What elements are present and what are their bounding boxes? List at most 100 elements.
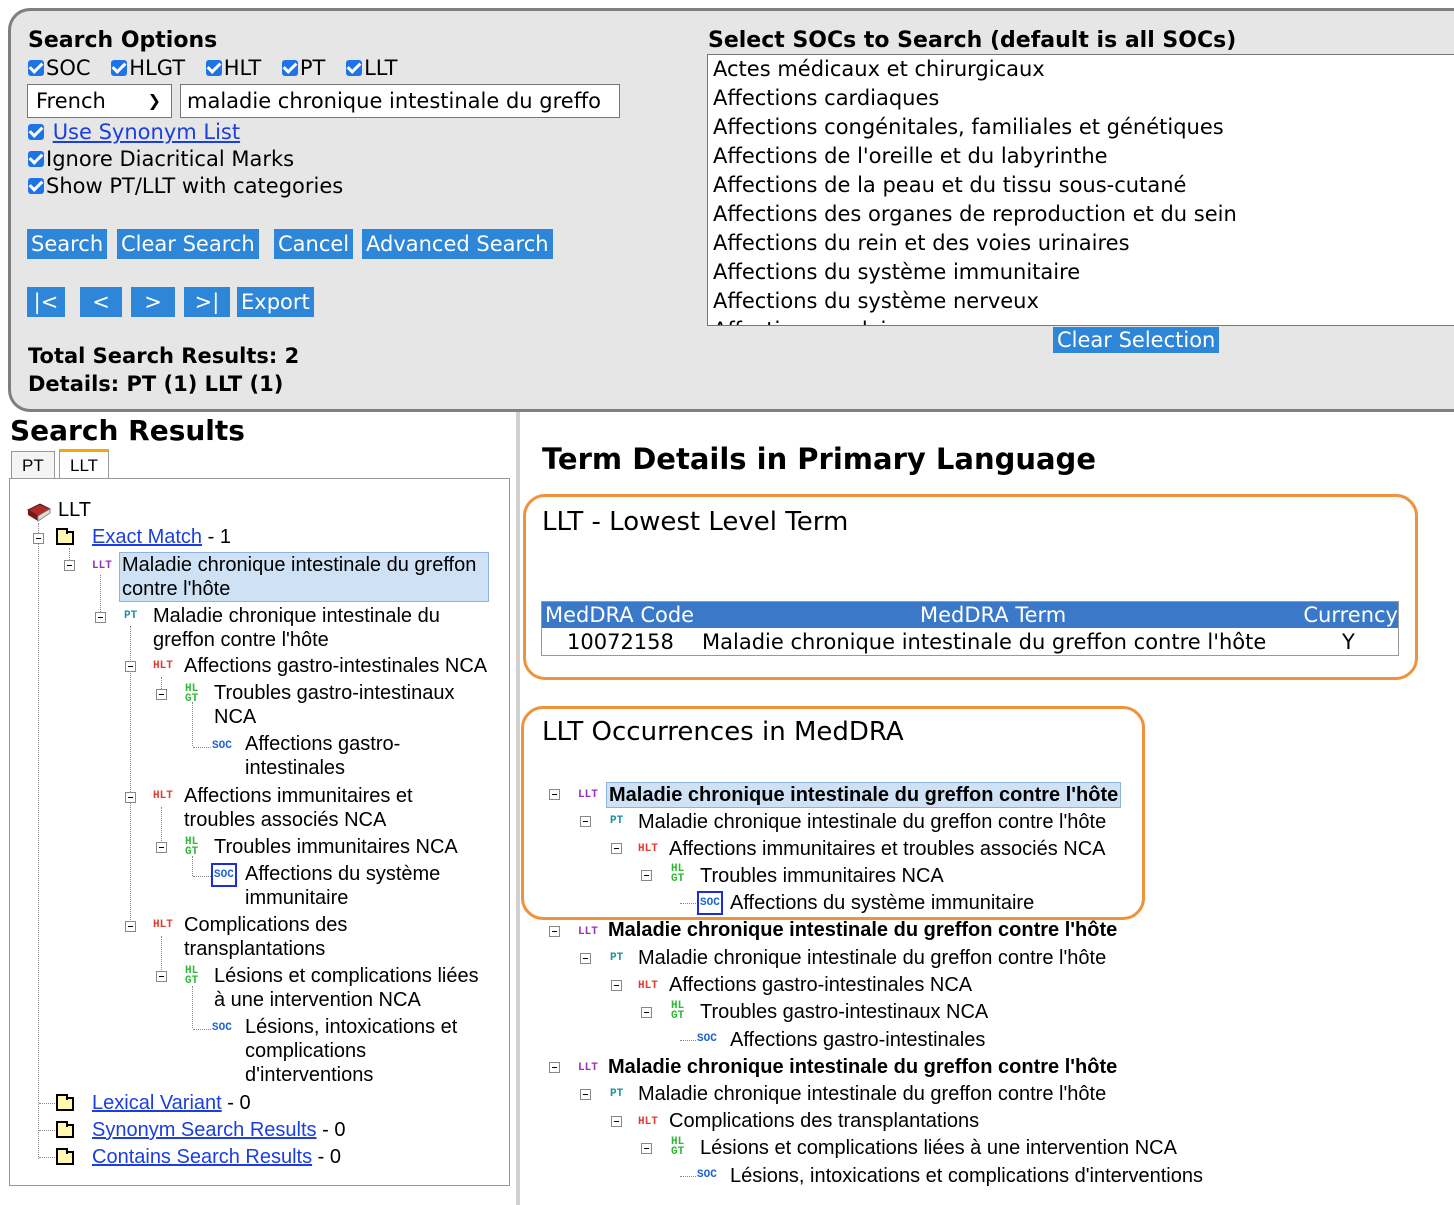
collapse-icon[interactable] <box>641 1143 652 1154</box>
folder-icon <box>56 1094 74 1111</box>
collapse-icon[interactable] <box>641 1007 652 1018</box>
contains-results-node[interactable]: Contains Search Results - 0 <box>92 1145 341 1169</box>
tree-node-hlt[interactable]: Affections gastro-intestinales NCA <box>184 654 487 678</box>
checkbox-hlgt[interactable]: HLGT <box>111 56 185 80</box>
use-synonym-link[interactable]: Use Synonym List <box>53 120 240 144</box>
occ-hlt-node[interactable]: Complications des transplantations <box>669 1109 979 1133</box>
soc-option[interactable]: Affections oculaires <box>708 316 1454 325</box>
occ-llt-node[interactable]: Maladie chronique intestinale du greffon… <box>608 1055 1117 1079</box>
tree-node-soc[interactable]: Lésions, intoxications et complications … <box>245 1015 475 1087</box>
search-button[interactable]: Search <box>27 229 108 259</box>
collapse-icon[interactable] <box>156 971 167 982</box>
clear-search-button[interactable]: Clear Search <box>117 229 259 259</box>
checkbox-hlt[interactable]: HLT <box>205 56 261 80</box>
occ-hlgt-node[interactable]: Troubles gastro-intestinaux NCA <box>700 1000 988 1024</box>
clear-selection-button[interactable]: Clear Selection <box>1053 327 1220 353</box>
collapse-icon[interactable] <box>611 843 622 854</box>
tree-node-hlgt[interactable]: Lésions et complications liées à une int… <box>214 964 494 1012</box>
exact-match-node[interactable]: Exact Match - 1 <box>92 525 231 549</box>
collapse-icon[interactable] <box>549 926 560 937</box>
search-input[interactable]: maladie chronique intestinale du greffo <box>180 84 620 118</box>
collapse-icon[interactable] <box>156 842 167 853</box>
collapse-icon[interactable] <box>580 953 591 964</box>
soc-option[interactable]: Affections congénitales, familiales et g… <box>708 113 1454 142</box>
tree-root-label: LLT <box>58 499 91 521</box>
use-synonym-option[interactable]: Use Synonym List <box>28 120 240 144</box>
synonym-results-node[interactable]: Synonym Search Results - 0 <box>92 1118 345 1142</box>
search-results-title: Search Results <box>10 414 245 447</box>
collapse-icon[interactable] <box>64 560 75 571</box>
language-select[interactable]: French ❯ <box>27 84 172 118</box>
tree-guide <box>39 1157 55 1158</box>
tree-node-hlt[interactable]: Affections immunitaires et troubles asso… <box>184 784 444 832</box>
occ-soc-node[interactable]: Affections gastro-intestinales <box>730 1028 985 1052</box>
occ-soc-node[interactable]: Lésions, intoxications et complications … <box>730 1164 1203 1188</box>
checkbox-soc[interactable]: SOC <box>28 56 91 80</box>
collapse-icon[interactable] <box>125 921 136 932</box>
cancel-button[interactable]: Cancel <box>274 229 354 259</box>
soc-option[interactable]: Affections cardiaques <box>708 84 1454 113</box>
occ-hlgt-node[interactable]: Lésions et complications liées à une int… <box>700 1136 1177 1160</box>
lexical-variant-node[interactable]: Lexical Variant - 0 <box>92 1091 251 1115</box>
collapse-icon[interactable] <box>125 661 136 672</box>
soc-listbox[interactable]: Actes médicaux et chirurgicaux Affection… <box>707 54 1454 326</box>
soc-option[interactable]: Actes médicaux et chirurgicaux <box>708 55 1454 84</box>
advanced-search-button[interactable]: Advanced Search <box>362 229 553 259</box>
occ-llt-node[interactable]: Maladie chronique intestinale du greffon… <box>606 782 1122 808</box>
checkbox-llt[interactable]: LLT <box>346 56 397 80</box>
occ-hlt-node[interactable]: Affections immunitaires et troubles asso… <box>669 837 1105 861</box>
first-page-button[interactable]: |< <box>27 287 65 317</box>
tree-node-hlgt[interactable]: Troubles immunitaires NCA <box>214 835 458 859</box>
tab-pt[interactable]: PT <box>11 451 55 480</box>
checkbox-pt[interactable]: PT <box>281 56 325 80</box>
soc-option[interactable]: Affections du système nerveux <box>708 287 1454 316</box>
search-options-title: Search Options <box>28 28 218 53</box>
occ-soc-node[interactable]: Affections du système immunitaire <box>730 891 1034 915</box>
soc-option[interactable]: Affections de l'oreille et du labyrinthe <box>708 142 1454 171</box>
collapse-icon[interactable] <box>580 816 591 827</box>
tree-node-hlgt[interactable]: Troubles gastro-intestinaux NCA <box>214 681 484 729</box>
tree-node-soc[interactable]: Affections gastro-intestinales <box>245 732 445 780</box>
show-ptllt-option[interactable]: Show PT/LLT with categories <box>28 174 343 198</box>
export-button[interactable]: Export <box>237 287 314 317</box>
collapse-icon[interactable] <box>641 870 652 881</box>
collapse-icon[interactable] <box>125 792 136 803</box>
tree-guide <box>680 1176 696 1177</box>
collapse-icon[interactable] <box>33 533 44 544</box>
tree-node-soc[interactable]: Affections du système immunitaire <box>245 862 455 910</box>
collapse-icon[interactable] <box>580 1089 591 1100</box>
collapse-icon[interactable] <box>549 789 560 800</box>
llt-icon: LLT <box>578 926 598 938</box>
hlt-icon: HLT <box>153 919 173 931</box>
soc-option[interactable]: Affections des organes de reproduction e… <box>708 200 1454 229</box>
hlgt-icon: HL GT <box>185 965 199 987</box>
collapse-icon[interactable] <box>611 1116 622 1127</box>
col-currency-header: Currency <box>1303 603 1398 627</box>
hlt-icon: HLT <box>638 980 658 992</box>
ignore-diacritical-option[interactable]: Ignore Diacritical Marks <box>28 147 294 171</box>
tree-node-hlt[interactable]: Complications des transplantations <box>184 913 384 961</box>
soc-option[interactable]: Affections du système immunitaire <box>708 258 1454 287</box>
tree-guide <box>192 986 193 1028</box>
occ-hlt-node[interactable]: Affections gastro-intestinales NCA <box>669 973 972 997</box>
occ-pt-node[interactable]: Maladie chronique intestinale du greffon… <box>638 1082 1106 1106</box>
llt-icon: LLT <box>92 560 112 572</box>
collapse-icon[interactable] <box>611 980 622 991</box>
tree-node-llt[interactable]: Maladie chronique intestinale du greffon… <box>119 552 489 602</box>
last-page-button[interactable]: >| <box>184 287 230 317</box>
soc-option[interactable]: Affections du rein et des voies urinaire… <box>708 229 1454 258</box>
collapse-icon[interactable] <box>156 689 167 700</box>
occ-pt-node[interactable]: Maladie chronique intestinale du greffon… <box>638 810 1106 834</box>
next-page-button[interactable]: > <box>131 287 175 317</box>
collapse-icon[interactable] <box>549 1062 560 1073</box>
collapse-icon[interactable] <box>95 612 106 623</box>
occ-pt-node[interactable]: Maladie chronique intestinale du greffon… <box>638 946 1106 970</box>
occ-llt-node[interactable]: Maladie chronique intestinale du greffon… <box>608 918 1117 942</box>
prev-page-button[interactable]: < <box>80 287 122 317</box>
checkbox-synonym[interactable] <box>28 124 44 140</box>
tree-node-pt[interactable]: Maladie chronique intestinale du greffon… <box>153 604 473 652</box>
soc-option[interactable]: Affections de la peau et du tissu sous-c… <box>708 171 1454 200</box>
folder-icon <box>56 528 74 545</box>
occ-hlgt-node[interactable]: Troubles immunitaires NCA <box>700 864 944 888</box>
panel-divider[interactable] <box>516 412 520 1205</box>
